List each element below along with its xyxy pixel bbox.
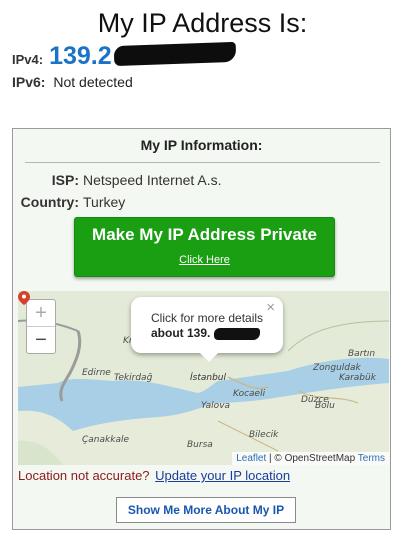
attribution-text: | © OpenStreetMap (266, 453, 358, 464)
zoom-out-button[interactable]: − (27, 327, 55, 353)
ipv4-row: IPv4: 139.2 (12, 41, 236, 71)
popup-ip-row: about 139. (151, 326, 260, 340)
divider (25, 162, 380, 163)
show-more-button[interactable]: Show Me More About My IP (116, 497, 296, 523)
popup-ip-text: about 139. (151, 326, 211, 340)
update-location-link[interactable]: Update your IP location (155, 468, 290, 483)
map-label: Bilecik (249, 430, 279, 440)
ipv4-value: 139.2 (49, 42, 112, 70)
isp-label: ISP: (51, 172, 79, 188)
leaflet-link[interactable]: Leaflet (236, 453, 266, 464)
map-label: Çanakkale (82, 435, 129, 445)
map-attribution: Leaflet | © OpenStreetMap Terms (232, 452, 389, 465)
ipv4-label: IPv4: (12, 52, 44, 67)
page-title: My IP Address Is: (97, 8, 308, 38)
location-note: Location not accurate? Update your IP lo… (18, 468, 290, 483)
isp-row: ISP: Netspeed Internet A.s. (13, 172, 222, 188)
map-label: Bolu (315, 401, 335, 411)
terms-link[interactable]: Terms (358, 453, 385, 464)
click-here-link[interactable]: Click Here (75, 254, 334, 266)
map-popup[interactable]: × Click for more details about 139. (131, 297, 283, 362)
zoom-control: + − (26, 299, 56, 354)
ipv6-value: Not detected (53, 74, 133, 90)
popup-tip (199, 352, 219, 362)
popup-details-text: Click for more details (151, 311, 264, 325)
ipv6-row: IPv6: Not detected (12, 74, 133, 90)
cta-label: Make My IP Address Private (92, 225, 317, 244)
ipv6-label: IPv6: (12, 74, 46, 90)
ip-info-panel: My IP Information: ISP: Netspeed Interne… (12, 128, 391, 530)
country-value: Turkey (83, 194, 126, 210)
map-label: Bartın (348, 349, 376, 359)
map-label: Bursa (187, 440, 213, 450)
location-map[interactable]: + − Kı Edirne Tekirdağ İstanbul Kocaeli … (18, 291, 389, 465)
make-ip-private-button[interactable]: Make My IP Address Private Click Here (74, 217, 335, 277)
panel-title: My IP Information: (140, 137, 263, 153)
map-label: Kocaeli (233, 389, 266, 399)
map-label: Edirne (82, 368, 111, 378)
map-label: Tekirdağ (114, 373, 153, 383)
country-label: Country: (20, 194, 79, 210)
isp-value: Netspeed Internet A.s. (83, 172, 222, 188)
map-label: Yalova (201, 401, 231, 411)
country-row: Country: Turkey (13, 194, 126, 210)
map-label: Karabük (339, 373, 376, 383)
redaction-mark (113, 41, 236, 67)
map-label: Zonguldak (313, 363, 361, 373)
zoom-in-button[interactable]: + (27, 300, 55, 327)
popup-close-icon[interactable]: × (266, 299, 275, 316)
location-note-text: Location not accurate? (18, 468, 150, 483)
redaction-mark (213, 327, 260, 340)
map-label: İstanbul (190, 373, 227, 383)
location-marker-icon[interactable] (18, 291, 30, 305)
